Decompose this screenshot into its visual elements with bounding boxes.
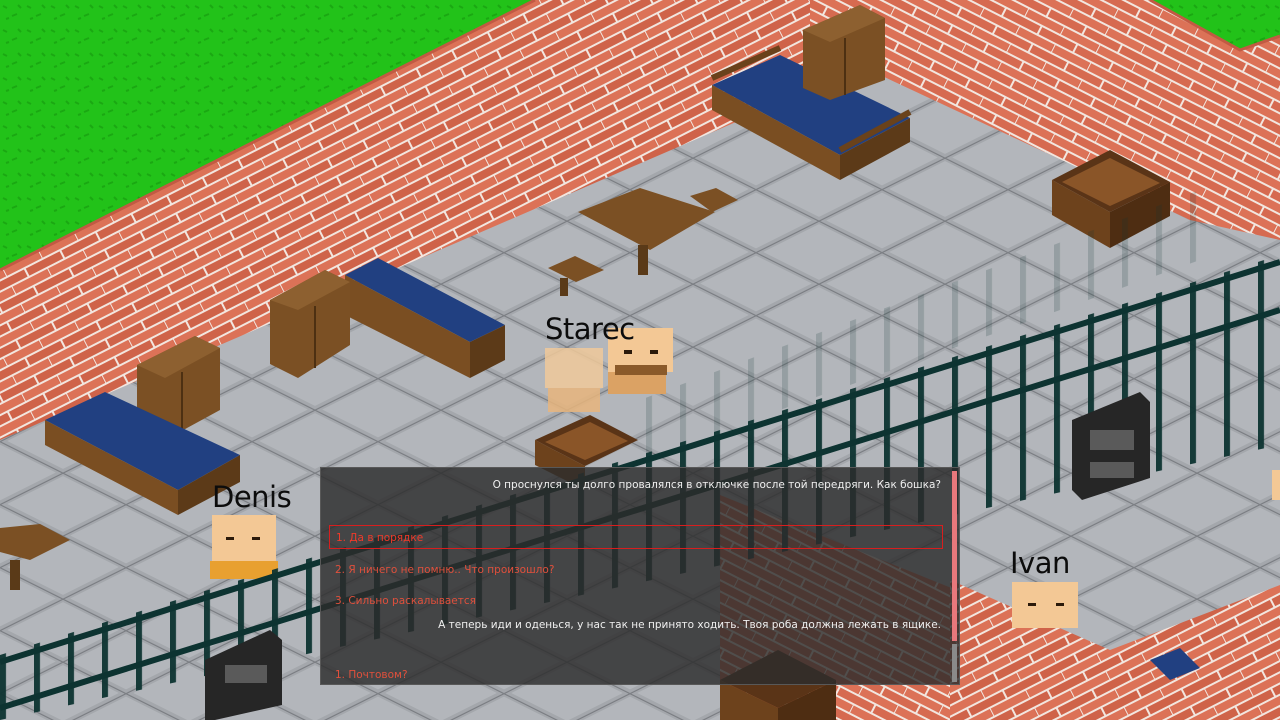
npc-name-denis: Denis (212, 480, 292, 514)
npc-name-starec: Starec (545, 312, 635, 346)
character-denis[interactable] (210, 515, 278, 579)
character-partial (1272, 470, 1280, 500)
dialog-option-3[interactable]: 3. Сильно раскалывается (329, 589, 943, 613)
npc-dialog-line: О проснулся ты долго провалялся в отключ… (492, 479, 941, 491)
character-ivan[interactable] (1012, 582, 1078, 628)
dialog-option-2[interactable]: 2. Я ничего не помню.. Что произошло? (329, 558, 943, 582)
dialog-option-1[interactable]: 1. Да в порядке (329, 525, 943, 549)
npc-dialog-line-2: А теперь иди и оденься, у нас так не при… (438, 619, 941, 631)
dialog-scrollbar-track[interactable] (952, 644, 957, 682)
npc-name-ivan: Ivan (1010, 546, 1070, 580)
dialog-box: О проснулся ты долго провалялся в отключ… (320, 467, 960, 685)
dialog-scrollbar[interactable] (952, 471, 957, 641)
dialog-option-next[interactable]: 1. Почтовом? (329, 666, 943, 684)
